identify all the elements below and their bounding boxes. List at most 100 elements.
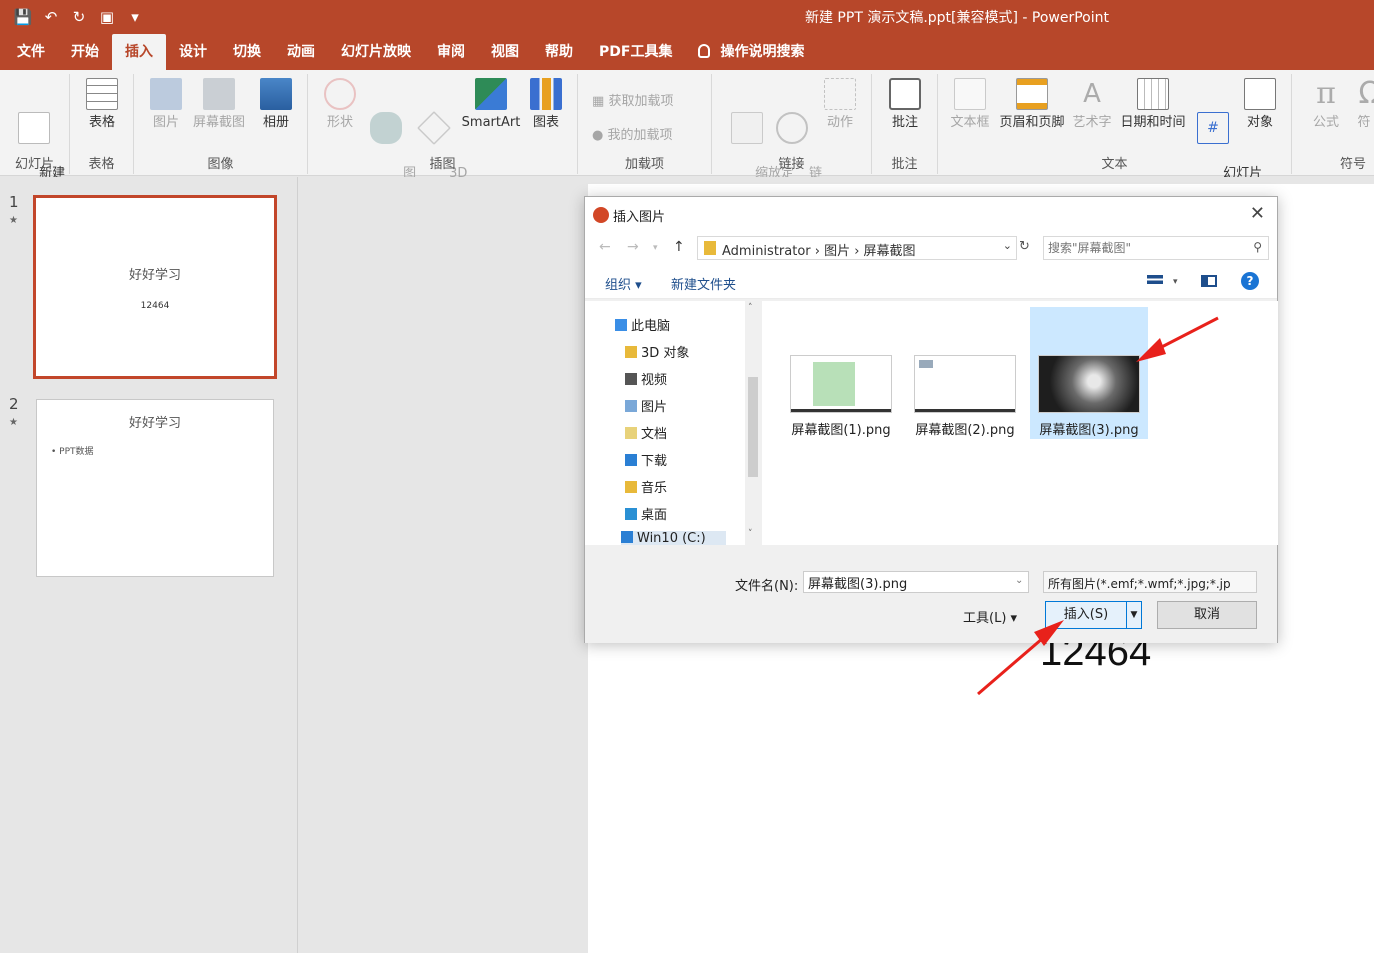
recent-dropdown-icon[interactable]: ▾ [653, 243, 658, 253]
insert-dropdown-icon[interactable]: ▼ [1126, 601, 1142, 629]
file-item-1[interactable]: 屏幕截图(1).png [782, 307, 900, 439]
preview-pane-icon[interactable] [1201, 275, 1217, 287]
nav-item-music[interactable]: 音乐 [625, 477, 667, 496]
view-dropdown-icon[interactable]: ▾ [1173, 277, 1178, 287]
tab-pdf-tools[interactable]: PDF工具集 [586, 34, 685, 70]
equation-button[interactable]: π 公式 [1306, 78, 1346, 131]
organize-button[interactable]: 组织 ▾ [605, 274, 642, 293]
table-button[interactable]: 表格 [82, 78, 122, 131]
chevron-down-icon[interactable]: ⌄ [1003, 239, 1012, 252]
up-arrow-icon[interactable]: ↑ [673, 239, 685, 255]
chevron-down-icon[interactable]: ⌄ [1015, 575, 1023, 586]
dialog-title-bar: 插入图片 ✕ [585, 197, 1277, 231]
datetime-button[interactable]: 日期和时间 [1118, 78, 1188, 131]
textbox-button[interactable]: 文本框 [948, 78, 992, 131]
comment-button[interactable]: 批注 [887, 78, 923, 131]
nav-item-label: 3D 对象 [641, 346, 690, 361]
group-slides: 新建 幻灯片 ▾ 幻灯片 [0, 74, 70, 198]
wordart-icon: A [1083, 79, 1101, 109]
tab-transitions[interactable]: 切换 [220, 34, 274, 70]
album-button[interactable]: 相册 [254, 78, 298, 131]
tab-insert[interactable]: 插入 [112, 34, 166, 70]
table-icon [86, 78, 118, 110]
screenshot-button[interactable]: 屏幕截图 [190, 78, 248, 131]
search-input[interactable] [1048, 238, 1238, 258]
table-label: 表格 [88, 115, 115, 130]
shapes-button[interactable]: 形状 [322, 78, 358, 131]
group-label-illustrations: 插图 [429, 157, 456, 172]
view-options-icon[interactable] [1147, 275, 1163, 287]
file-type-filter[interactable]: 所有图片(*.emf;*.wmf;*.jpg;*.jp [1043, 571, 1257, 593]
dialog-title: 插入图片 [613, 210, 666, 225]
action-button[interactable]: 动作 [822, 78, 858, 131]
tab-animations[interactable]: 动画 [274, 34, 328, 70]
back-arrow-icon[interactable]: ← [599, 239, 611, 255]
file-item-3[interactable]: 屏幕截图(3).png [1030, 307, 1148, 439]
textbox-icon [954, 78, 986, 110]
icons-icon [370, 112, 402, 144]
tab-file[interactable]: 文件 [4, 34, 58, 70]
forward-arrow-icon[interactable]: → [627, 239, 639, 255]
slide-thumbnail-1[interactable]: 好好学习 12464 [33, 195, 277, 379]
scroll-up-icon[interactable]: ˄ [748, 303, 753, 313]
my-addins-button[interactable]: ● 我的加载项 [592, 124, 673, 143]
tab-slideshow[interactable]: 幻灯片放映 [328, 34, 424, 70]
close-icon[interactable]: ✕ [1250, 203, 1265, 224]
nav-item-videos[interactable]: 视频 [625, 369, 667, 388]
tools-menu[interactable]: 工具(L) ▾ [963, 607, 1017, 626]
nav-scrollbar[interactable]: ˄ ˅ [745, 301, 761, 545]
thumbnail-content [813, 362, 855, 406]
search-icon[interactable]: ⚲ [1253, 240, 1262, 254]
picture-button[interactable]: 图片 [148, 78, 184, 131]
my-addins-label: 我的加载项 [607, 128, 673, 143]
address-bar[interactable]: Administrator › 图片 › 屏幕截图 ⌄ [697, 236, 1017, 260]
computer-icon [615, 319, 627, 331]
group-label-links: 链接 [778, 157, 805, 172]
slide-number-2: 2 [9, 395, 19, 413]
nav-item-documents[interactable]: 文档 [625, 423, 667, 442]
chart-button[interactable]: 图表 [528, 78, 564, 131]
slide-thumbnail-2[interactable]: 好好学习 • PPT数据 [36, 399, 274, 577]
group-illustrations: 形状 图 标 3D 模型 SmartArt 图表 插图 [308, 74, 578, 198]
new-folder-button[interactable]: 新建文件夹 [671, 274, 736, 293]
tab-design[interactable]: 设计 [166, 34, 220, 70]
album-label: 相册 [262, 115, 289, 130]
globe-link-icon [776, 112, 808, 144]
nav-item-3d-objects[interactable]: 3D 对象 [625, 342, 689, 361]
equation-label: 公式 [1312, 115, 1339, 130]
nav-item-downloads[interactable]: 下载 [625, 450, 667, 469]
title-bar: 💾 ↶ ↻ ▣ ▾ 新建 PPT 演示文稿.ppt[兼容模式] - PowerP… [0, 0, 1374, 34]
file-item-2[interactable]: 屏幕截图(2).png [906, 307, 1024, 439]
search-box[interactable]: ⚲ [1043, 236, 1269, 260]
group-label-addins: 加载项 [624, 157, 664, 172]
scrollbar-thumb[interactable] [748, 377, 758, 477]
refresh-icon[interactable]: ↻ [1019, 239, 1030, 254]
smartart-label: SmartArt [461, 115, 521, 130]
nav-item-desktop[interactable]: 桌面 [625, 504, 667, 523]
object-button[interactable]: 对象 [1240, 78, 1280, 131]
tab-home[interactable]: 开始 [58, 34, 112, 70]
breadcrumb[interactable]: Administrator › 图片 › 屏幕截图 [722, 240, 916, 259]
help-icon[interactable]: ? [1241, 272, 1259, 290]
tab-review[interactable]: 审阅 [424, 34, 478, 70]
nav-item-pictures[interactable]: 图片 [625, 396, 667, 415]
scroll-down-icon[interactable]: ˅ [748, 529, 753, 539]
new-slide-icon [18, 112, 50, 144]
symbol-button[interactable]: Ω 符 [1354, 78, 1374, 131]
smartart-button[interactable]: SmartArt [458, 78, 524, 131]
insert-picture-dialog: 插入图片 ✕ ← → ▾ ↑ Administrator › 图片 › 屏幕截图… [584, 196, 1278, 643]
nav-item-label: 视频 [641, 373, 668, 388]
wordart-button[interactable]: A 艺术字 [1070, 78, 1114, 131]
insert-button[interactable]: 插入(S) [1045, 601, 1127, 629]
tab-tell-me[interactable]: 操作说明搜索 [685, 34, 817, 70]
filename-input[interactable] [803, 571, 1029, 593]
powerpoint-window: 💾 ↶ ↻ ▣ ▾ 新建 PPT 演示文稿.ppt[兼容模式] - PowerP… [0, 0, 1374, 953]
header-footer-button[interactable]: 页眉和页脚 [996, 78, 1068, 131]
tab-view[interactable]: 视图 [478, 34, 532, 70]
nav-item-this-pc[interactable]: 此电脑 [615, 315, 670, 334]
addins-icon: ● [592, 128, 604, 143]
tab-help[interactable]: 帮助 [532, 34, 586, 70]
cancel-button[interactable]: 取消 [1157, 601, 1257, 629]
get-addins-button[interactable]: ▦ 获取加载项 [592, 90, 673, 109]
nav-item-drive-c[interactable]: Win10 (C:) [621, 531, 726, 545]
